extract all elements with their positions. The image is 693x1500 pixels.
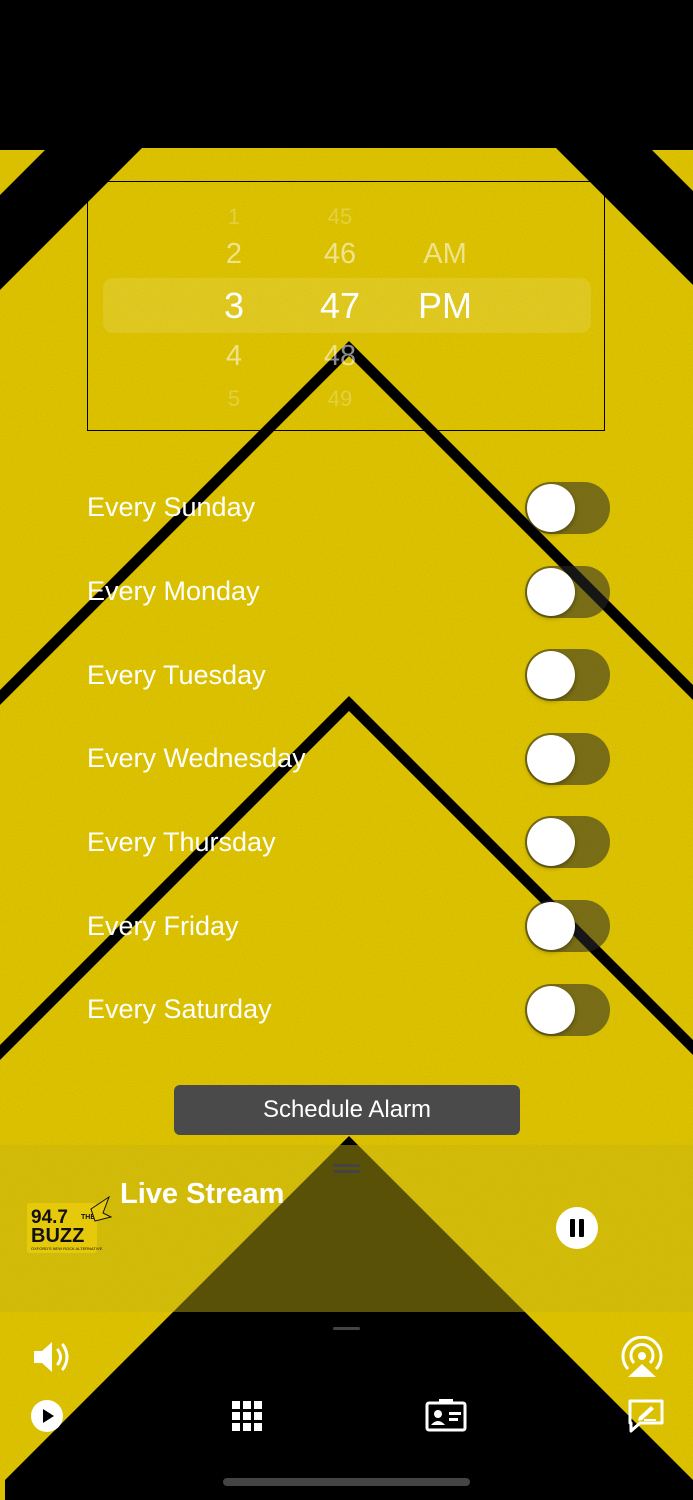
toggle-knob [527, 986, 575, 1034]
period-option[interactable]: AM [405, 238, 485, 271]
minute-wheel[interactable]: 45 46 47 48 49 [300, 182, 380, 432]
pause-button[interactable] [556, 1207, 598, 1249]
toggle-wednesday[interactable] [525, 733, 610, 785]
selected-minute[interactable]: 47 [300, 285, 380, 327]
minute-option[interactable]: 48 [300, 340, 380, 373]
schedule-alarm-button[interactable]: Schedule Alarm [174, 1085, 520, 1135]
toggle-tuesday[interactable] [525, 649, 610, 701]
day-label-monday: Every Monday [87, 576, 260, 606]
day-label-tuesday: Every Tuesday [87, 660, 266, 690]
minute-option[interactable]: 45 [300, 204, 380, 230]
sheet-grabber-line [333, 1170, 360, 1173]
pause-icon [570, 1219, 575, 1237]
sheet-grabber-lower[interactable] [333, 1327, 360, 1330]
toggle-knob [527, 902, 575, 950]
pause-icon-bar [579, 1219, 584, 1237]
toggle-monday[interactable] [525, 566, 610, 618]
time-picker[interactable]: 1 2 3 4 5 45 46 47 48 49 AM PM [87, 181, 605, 431]
toggle-knob [527, 818, 575, 866]
toggle-saturday[interactable] [525, 984, 610, 1036]
day-label-friday: Every Friday [87, 911, 239, 941]
svg-text:BUZZ: BUZZ [31, 1225, 84, 1247]
selected-hour[interactable]: 3 [194, 285, 274, 327]
station-logo: 94.7 BUZZ THE OXFORD'S NEW ROCK ALTERNAT… [27, 1195, 113, 1253]
contact-card-icon[interactable] [425, 1399, 467, 1432]
grid-icon[interactable] [232, 1401, 262, 1431]
hour-option[interactable]: 4 [194, 340, 274, 373]
hour-option[interactable]: 5 [194, 386, 274, 412]
volume-icon[interactable] [31, 1338, 73, 1376]
hour-wheel[interactable]: 1 2 3 4 5 [194, 182, 274, 432]
home-indicator[interactable] [223, 1478, 470, 1486]
toggle-knob [527, 484, 575, 532]
day-label-saturday: Every Saturday [87, 994, 272, 1024]
toggle-friday[interactable] [525, 900, 610, 952]
minute-option[interactable]: 46 [300, 238, 380, 271]
sheet-grabber[interactable] [333, 1164, 360, 1167]
hour-option[interactable]: 1 [194, 204, 274, 230]
period-wheel[interactable]: AM PM [405, 182, 485, 432]
live-stream-title: Live Stream [120, 1178, 285, 1210]
day-label-sunday: Every Sunday [87, 492, 256, 522]
svg-text:OXFORD'S NEW ROCK ALTERNATIVE: OXFORD'S NEW ROCK ALTERNATIVE [31, 1246, 103, 1251]
airplay-icon[interactable] [620, 1336, 664, 1378]
play-icon[interactable] [30, 1399, 64, 1433]
selected-period[interactable]: PM [405, 285, 485, 327]
toggle-knob [527, 651, 575, 699]
day-label-thursday: Every Thursday [87, 827, 276, 857]
message-icon[interactable] [627, 1398, 665, 1434]
toggle-thursday[interactable] [525, 816, 610, 868]
minute-option[interactable]: 49 [300, 386, 380, 412]
toggle-sunday[interactable] [525, 482, 610, 534]
toggle-knob [527, 735, 575, 783]
toggle-knob [527, 568, 575, 616]
day-label-wednesday: Every Wednesday [87, 743, 306, 773]
hour-option[interactable]: 2 [194, 238, 274, 271]
